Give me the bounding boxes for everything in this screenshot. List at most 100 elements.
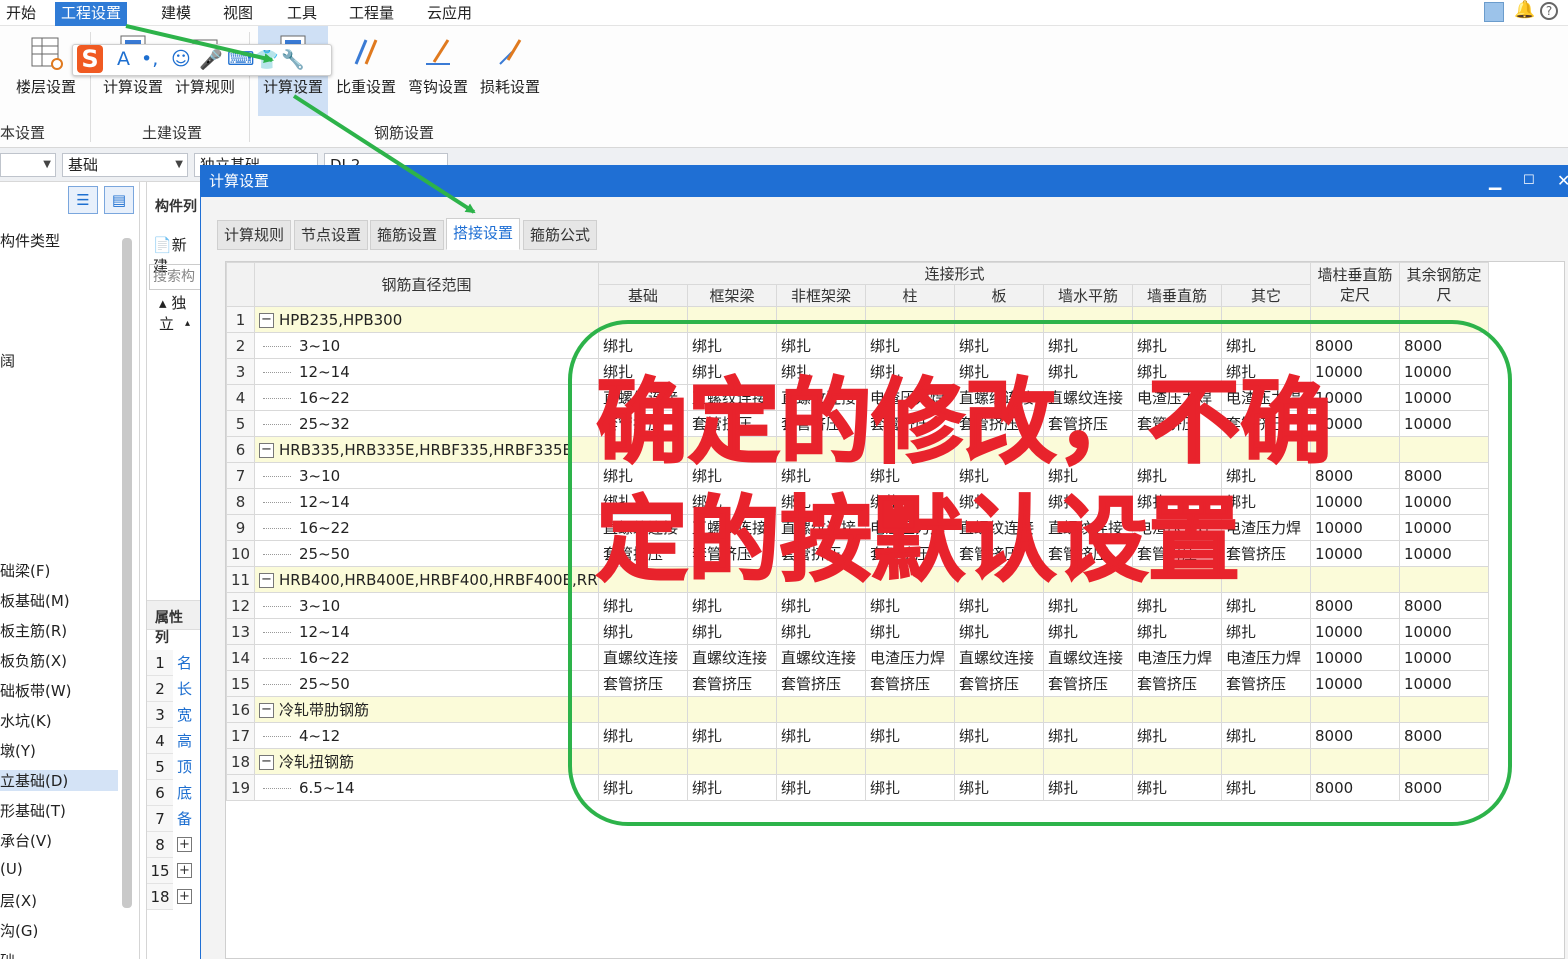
- header-connection-type: 连接形式: [597, 262, 1312, 285]
- expand-icon[interactable]: +: [177, 889, 192, 904]
- close-icon[interactable]: ✕: [1557, 165, 1568, 197]
- hook-settings-button[interactable]: 弯钩设置: [406, 26, 470, 116]
- expand-icon[interactable]: +: [177, 837, 192, 852]
- collapse-icon[interactable]: −: [259, 442, 274, 458]
- weight-settings-button[interactable]: 比重设置: [334, 26, 398, 116]
- left-item[interactable]: 础板带(W): [0, 680, 72, 701]
- diameter-range-cell: 3~10: [254, 592, 599, 619]
- diameter-range-label: 16~22: [299, 648, 350, 667]
- menu-bar: 开始 工程设置 建模 视图 工具 工程量 云应用 🔔 ?: [0, 0, 1568, 26]
- left-item[interactable]: 板负筋(X): [0, 650, 67, 671]
- menu-quantity[interactable]: 工程量: [343, 2, 400, 26]
- component-search-input[interactable]: 搜索构: [149, 264, 201, 290]
- maximize-icon[interactable]: ☐: [1523, 165, 1535, 197]
- collapse-icon[interactable]: −: [259, 572, 274, 588]
- header-connection-col: 板: [954, 284, 1044, 307]
- left-item[interactable]: 墩(Y): [0, 740, 36, 761]
- avatar-icon[interactable]: [1484, 2, 1504, 22]
- left-item[interactable]: 形基础(T): [0, 800, 66, 821]
- menu-tools[interactable]: 工具: [281, 2, 323, 26]
- left-item[interactable]: 沟(G): [0, 920, 38, 941]
- diameter-range-cell: 16~22: [254, 514, 599, 541]
- group-label-rebar: 钢筋设置: [374, 124, 435, 142]
- row-number: 7: [226, 462, 255, 489]
- diameter-range-label: 25~32: [299, 414, 350, 433]
- rebar-grade-cell: − HRB335,HRB335E,HRBF335,HRBF335E: [254, 436, 599, 463]
- annotation-text: 确定的修改，不确 定的按默认设置: [595, 364, 1496, 600]
- left-item[interactable]: 水坑(K): [0, 710, 52, 731]
- left-scrollbar[interactable]: [122, 238, 132, 908]
- menu-project-settings[interactable]: 工程设置: [55, 2, 128, 26]
- list-view-icon[interactable]: ☰: [68, 186, 98, 214]
- floor-settings-button[interactable]: 楼层设置: [14, 26, 78, 116]
- header-wall-column-length: 墙柱垂直筋定尺: [1310, 262, 1401, 307]
- rebar-grade-cell: − 冷轧带肋钢筋: [254, 696, 599, 723]
- attr-row-number: 1: [147, 650, 173, 676]
- rebar-grade-cell: − HPB235,HPB300: [254, 306, 599, 333]
- header-other-length: 其余钢筋定尺: [1399, 262, 1490, 307]
- menu-modeling[interactable]: 建模: [155, 2, 197, 26]
- collapse-icon[interactable]: −: [259, 703, 274, 718]
- row-number: 2: [226, 332, 255, 359]
- left-item[interactable]: 立基础(D): [0, 770, 118, 791]
- left-item[interactable]: 础梁(F): [0, 560, 50, 581]
- left-item[interactable]: 础: [0, 950, 15, 959]
- menu-start[interactable]: 开始: [0, 2, 42, 26]
- left-item[interactable]: 层(X): [0, 890, 37, 911]
- font-icon[interactable]: A: [117, 48, 130, 70]
- floor-combo[interactable]: ▼: [0, 153, 56, 177]
- weight-settings-label: 比重设置: [335, 78, 396, 96]
- skin-icon[interactable]: 👕: [255, 48, 279, 71]
- collapse-icon[interactable]: −: [259, 755, 274, 770]
- sogou-logo-icon: S: [77, 45, 103, 73]
- tab-stirrup-settings[interactable]: 箍筋设置: [370, 220, 445, 250]
- tree-line: [263, 475, 291, 477]
- help-icon[interactable]: ?: [1540, 2, 1558, 20]
- left-item[interactable]: (U): [0, 860, 23, 878]
- menu-view[interactable]: 视图: [217, 2, 259, 26]
- tab-calc-rules[interactable]: 计算规则: [217, 220, 292, 250]
- row-number: 6: [226, 436, 255, 463]
- rebar-grade-cell: − HRB400,HRB400E,HRBF400,HRBF400E,RR...: [254, 566, 599, 593]
- menu-cloud[interactable]: 云应用: [421, 2, 478, 26]
- loss-settings-icon: [499, 39, 522, 65]
- punctuation-icon[interactable]: •,: [141, 48, 158, 70]
- rebar-grade-cell: − 冷轧扭钢筋: [254, 748, 599, 775]
- row-number: 5: [226, 410, 255, 437]
- row-number: 1: [226, 306, 255, 333]
- header-connection-col: 基础: [598, 284, 688, 307]
- diameter-range-label: 12~14: [299, 492, 350, 511]
- tree-expand-icon[interactable]: ▴: [185, 318, 190, 329]
- left-item[interactable]: 承台(V): [0, 830, 52, 851]
- attr-row-number: 18: [147, 884, 173, 910]
- left-item[interactable]: 板基础(M): [0, 590, 70, 611]
- tab-lap-settings[interactable]: 搭接设置: [446, 218, 521, 250]
- emoji-icon[interactable]: ☺: [171, 48, 191, 70]
- row-number: 8: [226, 488, 255, 515]
- tree-line: [263, 787, 291, 789]
- tab-stirrup-formula[interactable]: 箍筋公式: [523, 220, 598, 250]
- annotation-line-1: 确定的修改，不确: [595, 368, 1333, 477]
- mic-icon[interactable]: 🎤: [199, 48, 223, 71]
- category-combo[interactable]: 基础 ▼: [62, 153, 188, 177]
- wrench-icon[interactable]: 🔧: [281, 48, 305, 71]
- row-number: 12: [226, 592, 255, 619]
- expand-icon[interactable]: +: [177, 863, 192, 878]
- left-item[interactable]: 板主筋(R): [0, 620, 67, 641]
- attr-row-name: 顶: [177, 758, 193, 776]
- tab-node-settings[interactable]: 节点设置: [294, 220, 369, 250]
- row-number: 17: [226, 722, 255, 749]
- bell-icon[interactable]: 🔔: [1514, 0, 1535, 20]
- minimize-icon[interactable]: ▁: [1489, 165, 1501, 197]
- tree-node[interactable]: ▴ 独立: [159, 292, 200, 334]
- collapse-icon[interactable]: −: [259, 312, 274, 328]
- keyboard-icon[interactable]: ⌨: [227, 48, 254, 70]
- tree-line: [263, 423, 291, 425]
- loss-settings-button[interactable]: 损耗设置: [478, 26, 542, 116]
- component-type-header: 构件类型: [0, 232, 61, 250]
- diameter-range-cell: 25~32: [254, 410, 599, 437]
- panel-view-icon[interactable]: ▤: [104, 186, 134, 214]
- ime-toolbar[interactable]: S A •, ☺ 🎤 ⌨ 👕 🔧: [72, 44, 332, 76]
- weight-settings-icon: [354, 39, 378, 65]
- attr-row-name: 长: [177, 680, 193, 698]
